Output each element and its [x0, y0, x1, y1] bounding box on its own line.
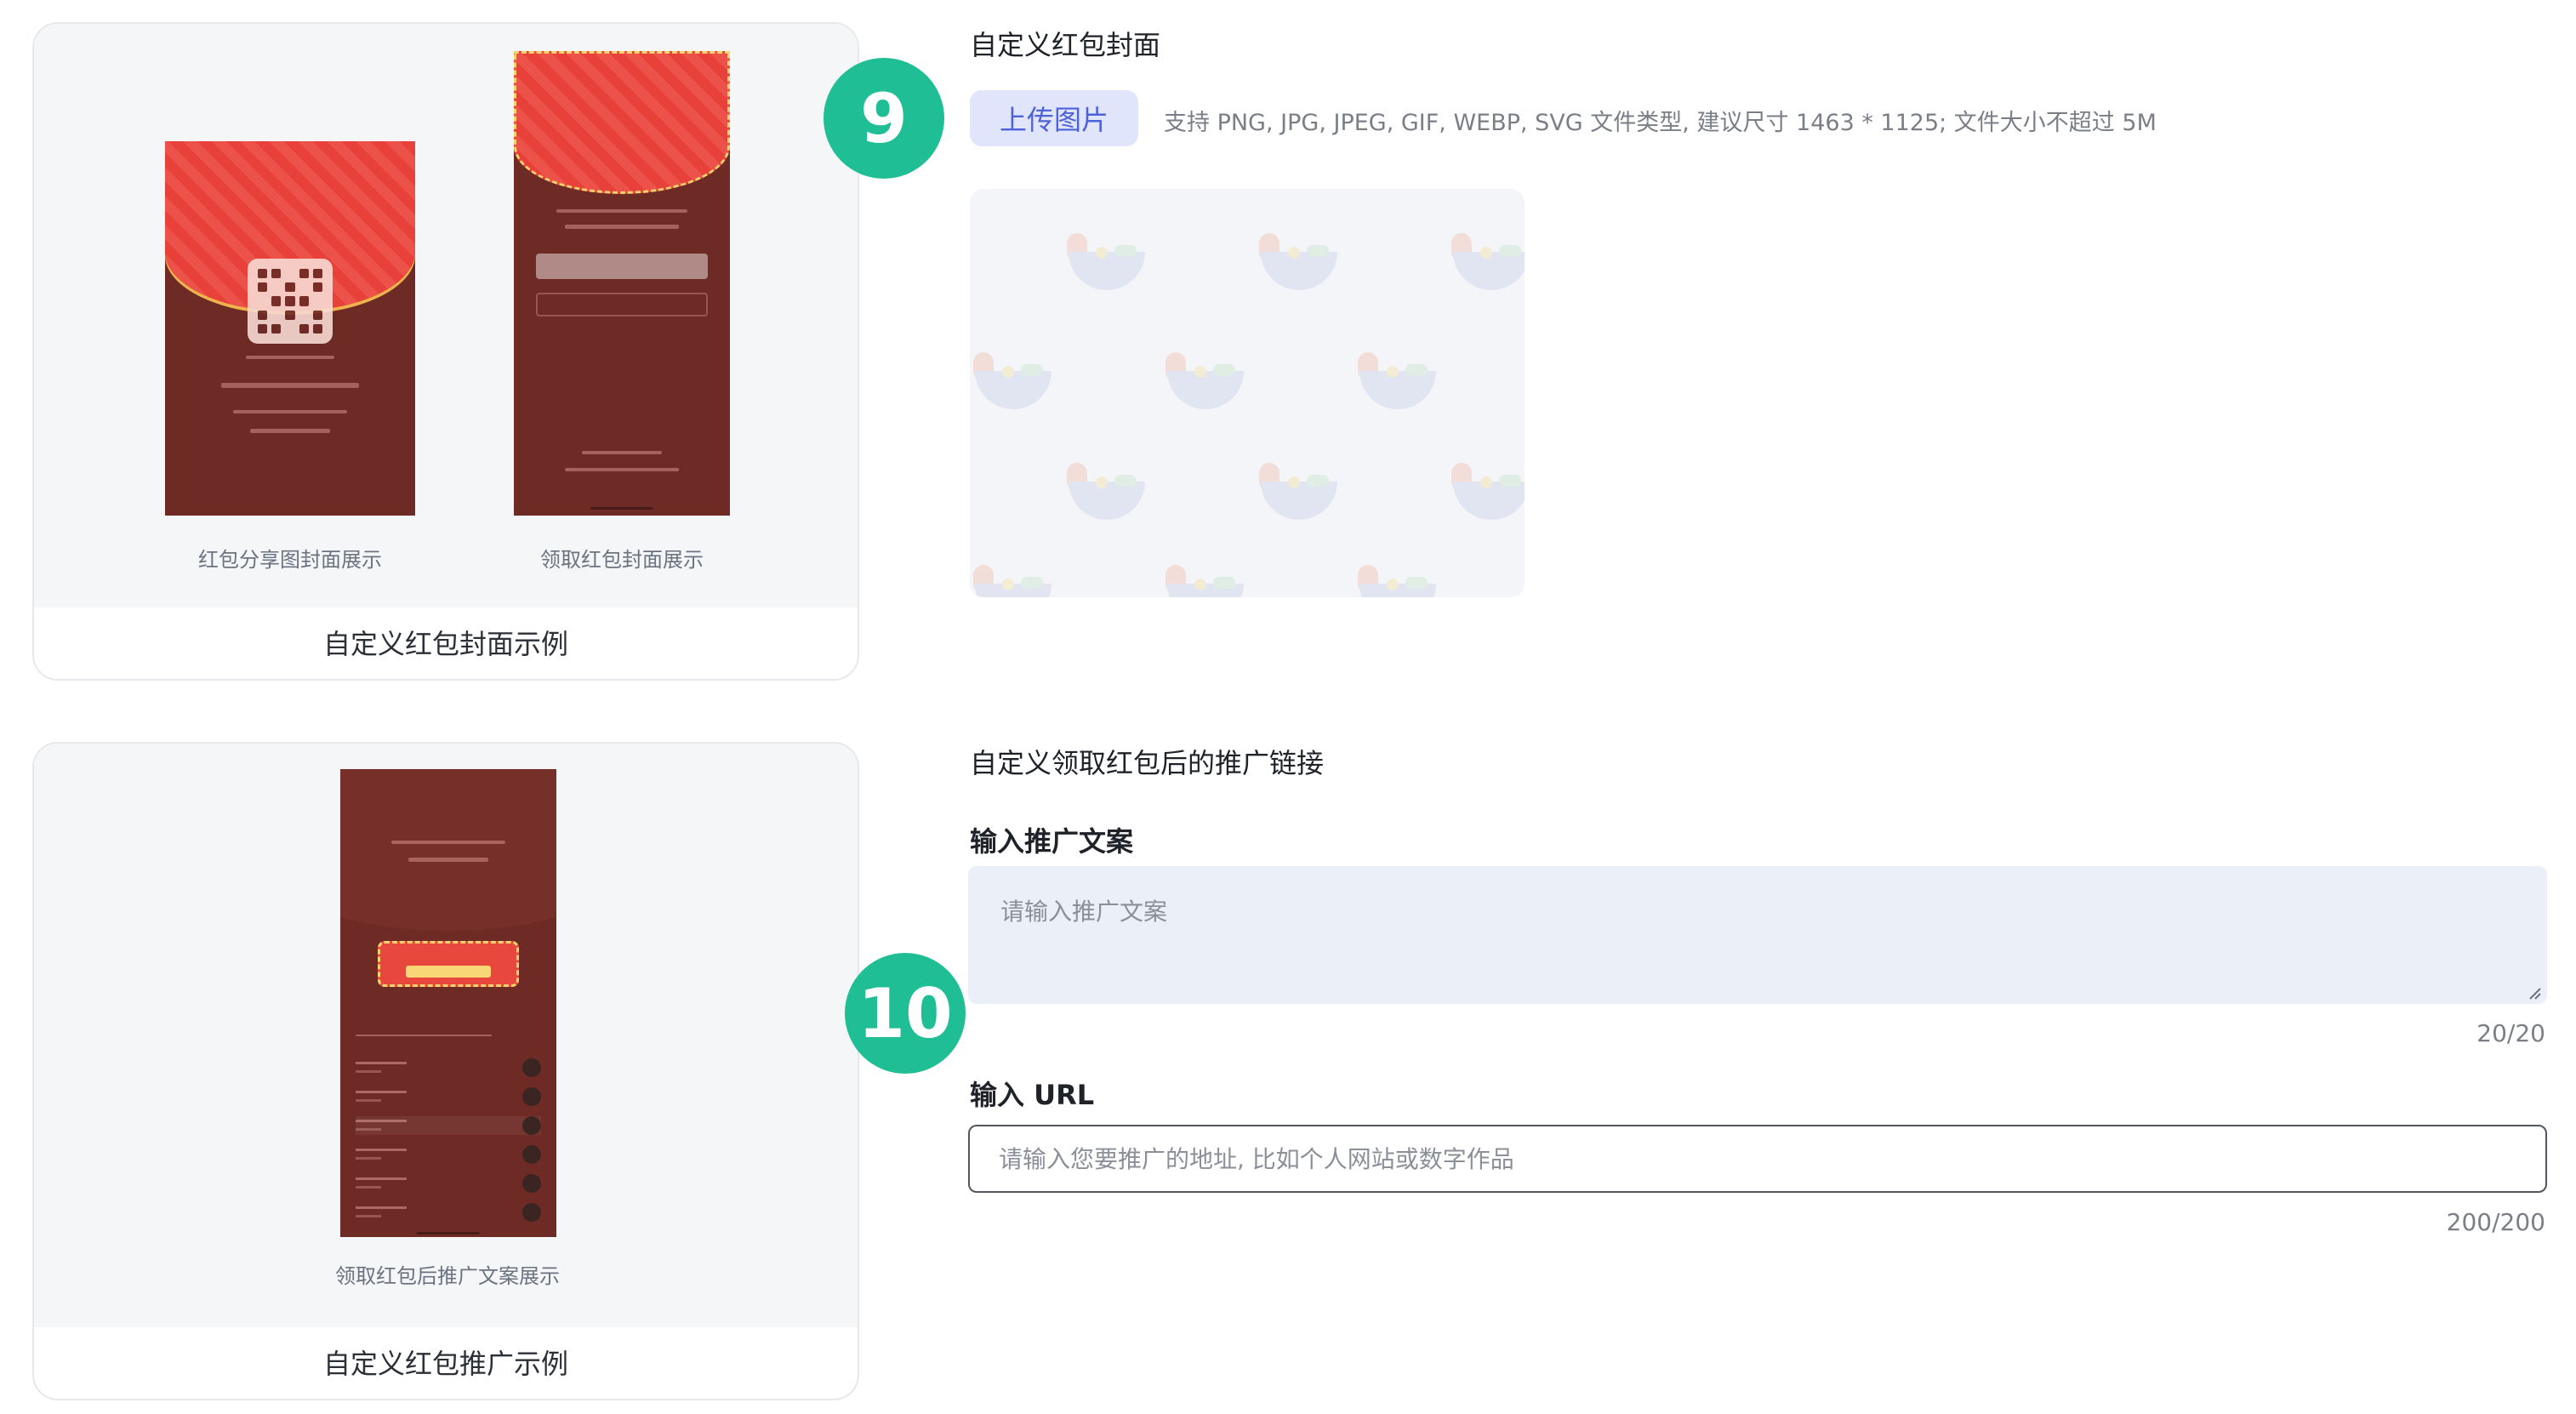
cover-example-footer: 自定义红包封面示例	[322, 628, 568, 660]
cover-example-card: 红包分享图封面展示 领取红包封面展示 自定义红包封面示例	[32, 22, 859, 681]
url-input[interactable]	[968, 1125, 2547, 1193]
resize-handle-icon[interactable]	[2527, 985, 2542, 1001]
qr-code-icon	[248, 259, 333, 344]
pattern-motif	[1154, 546, 1244, 597]
promo-section-title: 自定义领取红包后的推广链接	[970, 747, 1325, 779]
pattern-motif	[1346, 334, 1436, 427]
step-9-badge: 9	[824, 58, 944, 179]
promo-caption: 领取红包后推广文案展示	[335, 1264, 560, 1288]
share-cover-mockup	[165, 141, 415, 516]
share-cover-caption: 红包分享图封面展示	[198, 548, 382, 572]
promo-copy-textarea[interactable]	[968, 866, 2547, 1004]
pattern-motif	[1055, 214, 1145, 308]
receive-cover-caption: 领取红包封面展示	[540, 548, 704, 572]
pattern-motif	[970, 546, 1051, 597]
promo-example-footer: 自定义红包推广示例	[322, 1348, 568, 1380]
url-counter: 200/200	[2446, 1208, 2545, 1236]
promo-example-card: 领取红包后推广文案展示 自定义红包推广示例	[32, 742, 859, 1400]
promo-copy-counter: 20/20	[2476, 1019, 2545, 1047]
pattern-motif	[1346, 546, 1436, 597]
cover-example-body: 红包分享图封面展示 领取红包封面展示	[34, 24, 858, 607]
receive-cover-mockup	[514, 51, 730, 516]
pattern-motif	[1439, 444, 1525, 538]
pattern-motif	[970, 334, 1051, 427]
upload-image-button[interactable]: 上传图片	[970, 90, 1138, 146]
cover-preview-placeholder	[970, 189, 1525, 597]
promo-mockup	[340, 769, 556, 1237]
pattern-motif	[1247, 444, 1337, 538]
cover-section-title: 自定义红包封面	[970, 29, 1161, 61]
promo-example-body: 领取红包后推广文案展示	[34, 744, 858, 1327]
upload-hint: 支持 PNG, JPG, JPEG, GIF, WEBP, SVG 文件类型, …	[1164, 110, 2157, 136]
envelope-flap	[514, 51, 730, 194]
promo-copy-label: 输入推广文案	[970, 825, 1134, 858]
pattern-motif	[1055, 444, 1145, 538]
pattern-motif	[1439, 214, 1525, 308]
url-label: 输入 URL	[970, 1079, 1095, 1111]
step-10-badge: 10	[845, 953, 966, 1074]
pattern-motif	[1154, 334, 1244, 427]
pattern-motif	[1247, 214, 1337, 308]
promo-badge	[378, 941, 519, 987]
